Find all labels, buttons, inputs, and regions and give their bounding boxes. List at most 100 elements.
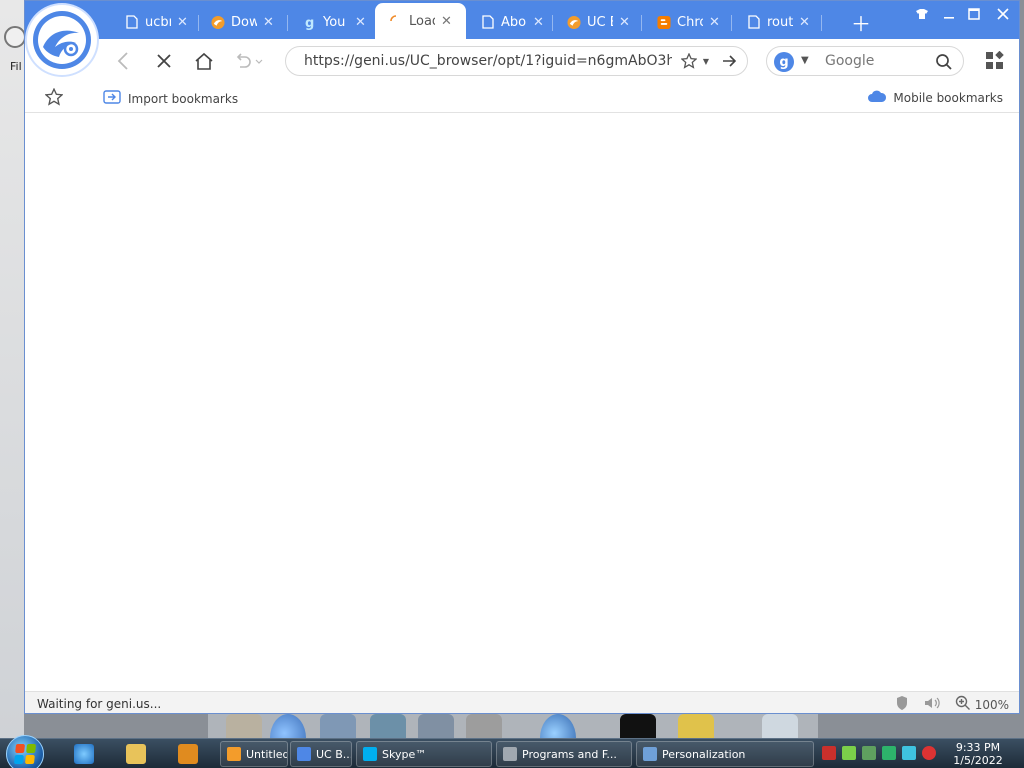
go-arrow-icon[interactable] xyxy=(721,53,737,72)
minimize-button[interactable] xyxy=(943,8,955,24)
tab-label: UC B xyxy=(587,14,613,30)
network-tray-icon[interactable] xyxy=(902,746,916,760)
import-bookmarks-button[interactable]: Import bookmarks xyxy=(103,89,238,108)
start-button[interactable] xyxy=(6,735,44,768)
bookmarks-bar: Import bookmarks Mobile bookmarks xyxy=(25,83,1019,113)
status-text: Waiting for geni.us... xyxy=(37,697,162,711)
desktop-icon[interactable] xyxy=(4,26,26,48)
tab-6[interactable]: UC B ✕ xyxy=(567,10,630,34)
svg-text:g: g xyxy=(305,16,314,30)
page-icon xyxy=(747,15,761,30)
page-content[interactable] xyxy=(25,113,1019,691)
pdf-tray-icon[interactable] xyxy=(822,746,836,760)
taskbar-item-untitled[interactable]: Untitled - ... xyxy=(220,741,288,767)
tray-icon[interactable] xyxy=(922,746,936,760)
clock-time: 9:33 PM xyxy=(955,741,1001,754)
search-icon[interactable] xyxy=(935,53,953,74)
close-icon[interactable]: ✕ xyxy=(263,15,274,30)
windows-logo-icon xyxy=(13,744,37,764)
mobile-bookmarks-label: Mobile bookmarks xyxy=(893,90,1003,105)
new-tab-button[interactable]: ＋ xyxy=(851,8,871,37)
skin-icon[interactable] xyxy=(915,8,929,24)
desktop-dock xyxy=(208,714,818,762)
tab-label: rout xyxy=(767,14,793,30)
close-icon[interactable]: ✕ xyxy=(441,14,452,29)
address-url[interactable]: https://geni.us/UC_browser/opt/1?iguid=n… xyxy=(304,53,672,69)
close-icon[interactable]: ✕ xyxy=(355,15,366,30)
address-bar[interactable]: https://geni.us/UC_browser/opt/1?iguid=n… xyxy=(285,46,748,76)
uc-icon xyxy=(567,15,581,30)
search-placeholder[interactable]: Google xyxy=(825,53,874,69)
search-box[interactable]: g ▼ Google xyxy=(766,46,964,76)
tab-label: You xyxy=(323,14,346,30)
undo-close-tab-button[interactable] xyxy=(230,47,268,75)
desktop-label: Fil xyxy=(10,60,22,73)
search-engine-icon[interactable]: g xyxy=(774,52,794,72)
zoom-level: 100% xyxy=(974,697,1009,712)
flag-tray-icon[interactable] xyxy=(882,746,896,760)
mobile-bookmarks-button[interactable]: Mobile bookmarks xyxy=(867,88,1003,107)
system-tray xyxy=(822,746,936,760)
loading-spinner-icon xyxy=(389,14,403,29)
tray-icon[interactable] xyxy=(862,746,876,760)
desktop-background: Fil xyxy=(0,0,26,738)
bookmark-star-icon[interactable] xyxy=(680,52,698,72)
uc-icon xyxy=(297,747,311,761)
close-icon[interactable]: ✕ xyxy=(799,15,810,30)
tab-divider xyxy=(731,15,732,31)
tab-label: Abo xyxy=(501,14,527,30)
tab-7[interactable]: Chro ✕ xyxy=(657,10,720,34)
uc-browser-logo[interactable] xyxy=(27,5,97,75)
taskbar-item-personalization[interactable]: Personalization xyxy=(636,741,814,767)
tab-label: Load xyxy=(409,13,435,29)
status-bar: Waiting for geni.us... 100% xyxy=(25,691,1019,713)
clock-date: 1/5/2022 xyxy=(953,754,1003,767)
blogger-icon xyxy=(657,15,671,30)
skype-icon xyxy=(363,747,377,761)
taskbar-item-programs[interactable]: Programs and F... xyxy=(496,741,632,767)
tray-icon[interactable] xyxy=(842,746,856,760)
taskbar-item-label: Programs and F... xyxy=(522,747,617,761)
media-player-icon[interactable] xyxy=(178,744,198,764)
tab-label: ucbr xyxy=(145,14,171,30)
tab-8[interactable]: rout ✕ xyxy=(747,10,810,34)
stop-button[interactable] xyxy=(150,47,178,75)
browser-window: ucbr ✕ Dow ✕ g You ✕ Load ✕ xyxy=(24,0,1020,714)
tab-divider xyxy=(821,15,822,31)
cloud-icon xyxy=(867,88,887,107)
bookmark-dropdown-icon[interactable]: ▼ xyxy=(703,57,709,66)
home-button[interactable] xyxy=(190,47,218,75)
close-icon[interactable]: ✕ xyxy=(709,15,720,30)
ie-icon[interactable] xyxy=(74,744,94,764)
tab-divider xyxy=(641,15,642,31)
taskbar: Untitled - ... UC B... Skype™ Programs a… xyxy=(0,735,1024,768)
close-icon[interactable]: ✕ xyxy=(177,15,188,30)
title-bar: ucbr ✕ Dow ✕ g You ✕ Load ✕ xyxy=(25,1,1019,39)
close-window-button[interactable] xyxy=(997,8,1009,24)
page-icon xyxy=(481,15,495,30)
tab-1[interactable]: ucbr ✕ xyxy=(125,10,188,34)
volume-icon[interactable] xyxy=(923,695,941,713)
taskbar-item-label: Untitled - ... xyxy=(246,747,288,761)
adblock-icon[interactable] xyxy=(895,695,909,713)
taskbar-item-uc[interactable]: UC B... xyxy=(290,741,352,767)
clock[interactable]: 9:33 PM 1/5/2022 xyxy=(944,741,1012,767)
close-icon[interactable]: ✕ xyxy=(533,15,544,30)
taskbar-item-skype[interactable]: Skype™ xyxy=(356,741,492,767)
explorer-icon[interactable] xyxy=(126,744,146,764)
close-icon[interactable]: ✕ xyxy=(619,15,630,30)
maximize-button[interactable] xyxy=(968,8,980,24)
import-icon xyxy=(103,89,121,108)
zoom-control[interactable]: 100% xyxy=(955,695,1009,713)
apps-grid-icon[interactable] xyxy=(985,50,1005,71)
tab-divider xyxy=(198,15,199,31)
bookmarks-star-icon[interactable] xyxy=(44,87,64,109)
tab-2[interactable]: Dow ✕ xyxy=(211,10,274,34)
search-engine-dropdown-icon[interactable]: ▼ xyxy=(801,55,809,66)
toolbar: https://geni.us/UC_browser/opt/1?iguid=n… xyxy=(25,39,1019,83)
tab-4-active[interactable]: Load ✕ xyxy=(375,3,466,39)
tab-5[interactable]: Abo ✕ xyxy=(481,10,544,34)
back-button[interactable] xyxy=(109,47,137,75)
tab-label: Chro xyxy=(677,14,703,30)
tab-3[interactable]: g You ✕ xyxy=(303,10,366,34)
